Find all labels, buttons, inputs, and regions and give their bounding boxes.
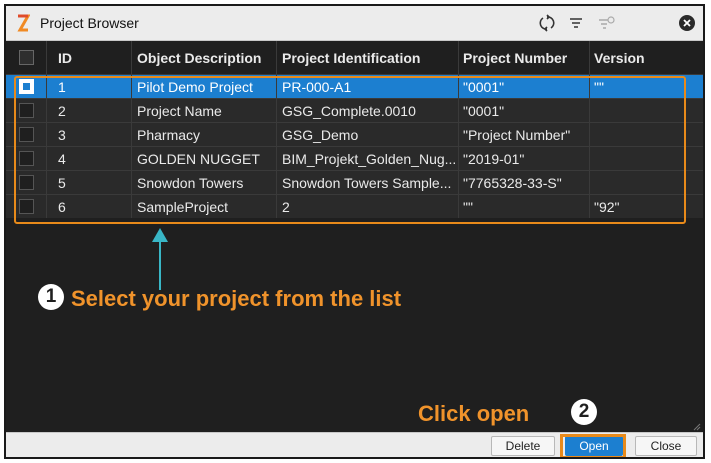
filter-icon[interactable] [565, 12, 587, 34]
cell-version [594, 147, 694, 170]
column-divider [589, 75, 590, 98]
column-divider [131, 75, 132, 98]
arrow-shaft [159, 238, 161, 290]
cell-id: 3 [58, 126, 66, 143]
cell-version [594, 123, 694, 146]
cell-number: "" [463, 198, 473, 215]
row-checkbox[interactable] [19, 199, 34, 214]
window-title: Project Browser [40, 15, 139, 31]
cell-identification: Snowdon Towers Sample... [282, 174, 452, 191]
cell-identification: PR-000-A1 [282, 78, 352, 95]
column-divider [458, 171, 459, 194]
table-header: ID Object Description Project Identifica… [6, 41, 703, 74]
title-bar: Project Browser [6, 6, 703, 41]
app-logo-icon [17, 14, 30, 32]
column-divider [458, 195, 459, 218]
cell-id: 5 [58, 174, 66, 191]
column-divider[interactable] [589, 41, 590, 74]
column-header-number[interactable]: Project Number [463, 41, 588, 74]
row-checkbox[interactable] [19, 175, 34, 190]
row-checkbox[interactable] [19, 151, 34, 166]
column-divider[interactable] [458, 41, 459, 74]
cell-version [594, 99, 694, 122]
step-2-badge: 2 [571, 399, 597, 425]
column-divider [46, 147, 47, 170]
column-divider[interactable] [46, 41, 47, 74]
project-table: ID Object Description Project Identifica… [6, 41, 703, 218]
step-1-badge: 1 [38, 284, 64, 310]
column-divider [131, 123, 132, 146]
table-row[interactable]: 3 Pharmacy GSG_Demo "Project Number" [6, 122, 703, 146]
cell-identification: GSG_Demo [282, 126, 359, 143]
column-divider [131, 99, 132, 122]
cell-id: 2 [58, 102, 66, 119]
dialog-footer: Delete Open Close [6, 432, 703, 457]
cell-description: Pilot Demo Project [137, 78, 253, 95]
column-divider [131, 195, 132, 218]
column-divider [589, 123, 590, 146]
cell-identification: BIM_Projekt_Golden_Nug... [282, 150, 457, 167]
table-row[interactable]: 1 Pilot Demo Project PR-000-A1 "0001" "" [6, 74, 703, 98]
column-divider [458, 99, 459, 122]
table-row[interactable]: 5 Snowdon Towers Snowdon Towers Sample... "… [6, 170, 703, 194]
column-divider[interactable] [276, 41, 277, 74]
cell-version: "92" [594, 198, 620, 215]
cell-number: "7765328-33-S" [463, 174, 562, 191]
row-checkbox[interactable] [19, 79, 34, 94]
cell-version: "" [594, 78, 604, 95]
step-1-callout: Select your project from the list [71, 286, 402, 311]
cell-description: GOLDEN NUGGET [137, 150, 260, 167]
column-divider [589, 171, 590, 194]
table-body: 1 Pilot Demo Project PR-000-A1 "0001" "" 2 Pro… [6, 74, 703, 218]
cell-number: "Project Number" [463, 126, 571, 143]
column-divider [458, 123, 459, 146]
column-divider [46, 195, 47, 218]
close-button[interactable]: Close [635, 436, 697, 456]
column-header-identification[interactable]: Project Identification [282, 41, 457, 74]
cell-id: 4 [58, 150, 66, 167]
row-checkbox[interactable] [19, 103, 34, 118]
cell-number: "0001" [463, 102, 505, 119]
column-divider [589, 99, 590, 122]
column-divider [589, 195, 590, 218]
column-divider [131, 171, 132, 194]
close-icon[interactable] [676, 12, 698, 34]
cell-identification: 2 [282, 198, 290, 215]
cell-id: 6 [58, 198, 66, 215]
filter-clear-icon[interactable] [596, 12, 618, 34]
table-row[interactable]: 6 SampleProject 2 "" "92" [6, 194, 703, 218]
column-divider [458, 147, 459, 170]
project-browser-window: Project Browser ID Object Description Pr… [4, 4, 705, 459]
column-divider [589, 147, 590, 170]
cell-number: "0001" [463, 78, 505, 95]
resize-grip-icon[interactable] [693, 423, 701, 431]
column-header-id[interactable]: ID [58, 41, 118, 74]
delete-button[interactable]: Delete [491, 436, 555, 456]
column-divider [46, 99, 47, 122]
cell-identification: GSG_Complete.0010 [282, 102, 416, 119]
cell-number: "2019-01" [463, 150, 525, 167]
row-checkbox[interactable] [19, 127, 34, 142]
table-row[interactable]: 4 GOLDEN NUGGET BIM_Projekt_Golden_Nug... "… [6, 146, 703, 170]
step-2-callout: Click open [418, 401, 530, 426]
select-all-checkbox[interactable] [19, 50, 34, 65]
column-divider [131, 147, 132, 170]
cell-description: Project Name [137, 102, 222, 119]
column-divider [46, 75, 47, 98]
cell-id: 1 [58, 78, 66, 95]
column-divider [458, 75, 459, 98]
column-divider[interactable] [131, 41, 132, 74]
column-header-version[interactable]: Version [594, 41, 694, 74]
cell-description: Pharmacy [137, 126, 201, 143]
cell-description: Snowdon Towers [137, 174, 244, 191]
column-divider [46, 171, 47, 194]
column-header-description[interactable]: Object Description [137, 41, 277, 74]
open-button[interactable]: Open [565, 436, 623, 456]
cell-version [594, 171, 694, 194]
column-divider [46, 123, 47, 146]
table-row[interactable]: 2 Project Name GSG_Complete.0010 "0001" [6, 98, 703, 122]
cell-description: SampleProject [137, 198, 229, 215]
refresh-icon[interactable] [536, 12, 558, 34]
